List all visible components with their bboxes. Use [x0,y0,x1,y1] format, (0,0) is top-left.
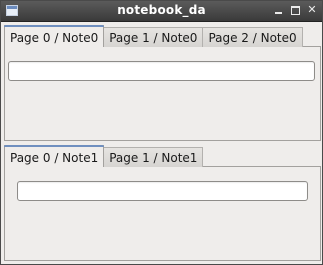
notebook-page [4,46,321,141]
text-entry-note1[interactable] [17,181,308,201]
tab-strip: Page 0 / Note0 Page 1 / Note0 Page 2 / N… [4,25,303,47]
tab-strip: Page 0 / Note1 Page 1 / Note1 [4,145,204,167]
tab-page1-note0[interactable]: Page 1 / Note0 [104,27,204,47]
maximize-icon[interactable] [288,3,302,17]
minimize-icon[interactable] [271,3,285,17]
title-bar[interactable]: notebook_da ✕ [1,1,322,22]
notebook-page [4,166,321,261]
notebook-note1: Page 0 / Note1 Page 1 / Note1 [4,145,321,261]
tab-page1-note1[interactable]: Page 1 / Note1 [104,147,204,167]
tab-page2-note0[interactable]: Page 2 / Note0 [203,27,303,47]
close-icon[interactable]: ✕ [305,3,319,17]
tab-page0-note1[interactable]: Page 0 / Note1 [4,145,105,167]
app-window: notebook_da ✕ Page 0 / Note0 Page 1 / No… [0,0,323,265]
tab-page0-note0[interactable]: Page 0 / Note0 [4,25,105,47]
text-entry-note0[interactable] [8,61,315,81]
notebook-note0: Page 0 / Note0 Page 1 / Note0 Page 2 / N… [4,25,321,141]
